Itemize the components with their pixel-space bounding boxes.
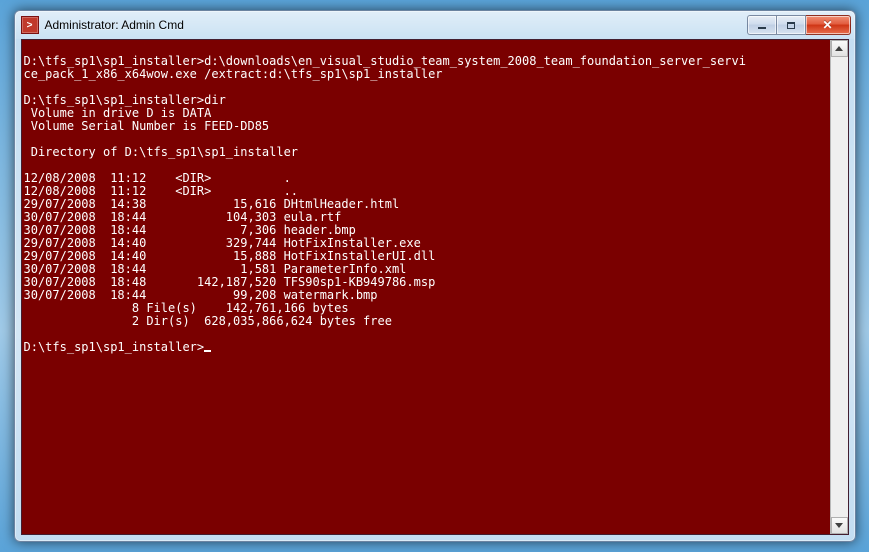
powershell-icon: > xyxy=(21,16,39,34)
window-title: Administrator: Admin Cmd xyxy=(45,18,747,32)
chevron-up-icon xyxy=(835,46,843,51)
terminal-output[interactable]: D:\tfs_sp1\sp1_installer>d:\downloads\en… xyxy=(22,40,830,534)
scroll-up-button[interactable] xyxy=(831,40,848,57)
maximize-button[interactable] xyxy=(776,15,806,35)
desktop-background: > Administrator: Admin Cmd ✕ D:\tfs_sp1\… xyxy=(0,0,869,552)
chevron-down-icon xyxy=(835,523,843,528)
titlebar[interactable]: > Administrator: Admin Cmd ✕ xyxy=(15,11,855,39)
minimize-icon xyxy=(758,27,766,29)
scroll-down-button[interactable] xyxy=(831,517,848,534)
maximize-icon xyxy=(787,22,795,29)
close-button[interactable]: ✕ xyxy=(806,15,851,35)
client-area: D:\tfs_sp1\sp1_installer>d:\downloads\en… xyxy=(21,39,849,535)
close-icon: ✕ xyxy=(822,19,832,31)
window-controls: ✕ xyxy=(747,15,851,35)
cursor xyxy=(204,350,211,352)
scroll-track[interactable] xyxy=(831,57,848,517)
minimize-button[interactable] xyxy=(747,15,776,35)
cmd-window: > Administrator: Admin Cmd ✕ D:\tfs_sp1\… xyxy=(14,10,856,542)
vertical-scrollbar[interactable] xyxy=(830,40,848,534)
